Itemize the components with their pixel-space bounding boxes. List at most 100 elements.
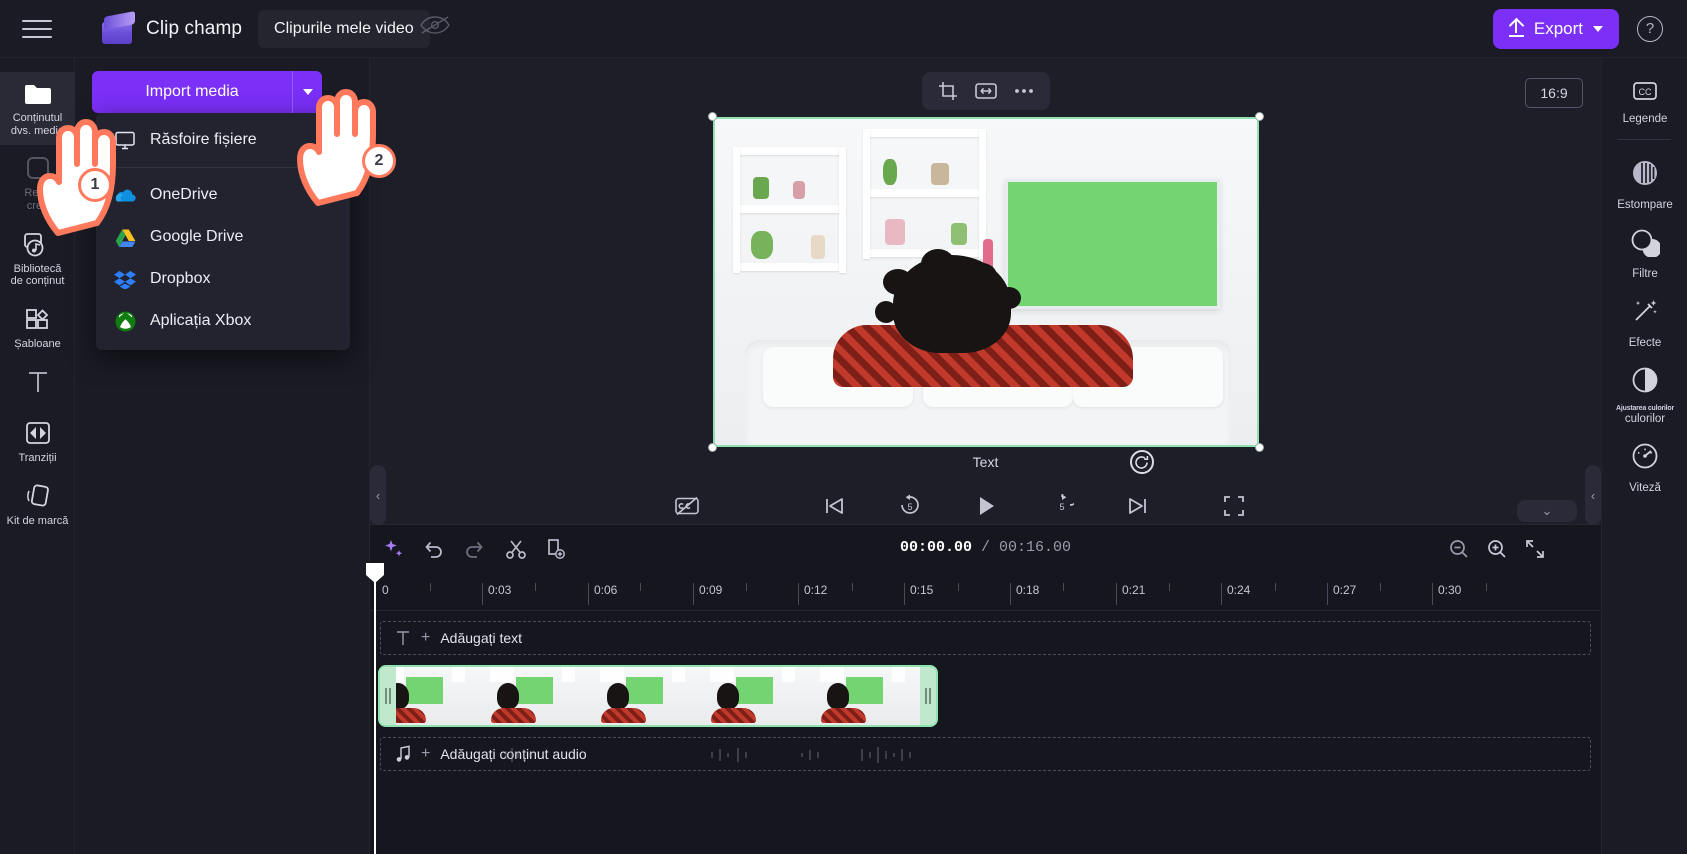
clip-trim-handle-left[interactable] bbox=[380, 667, 396, 725]
duplicate-icon[interactable] bbox=[542, 535, 570, 563]
right-item-captions[interactable]: CC Legende bbox=[1602, 70, 1687, 131]
zoom-in-icon[interactable] bbox=[1483, 535, 1511, 563]
dropbox-icon bbox=[114, 268, 136, 290]
svg-text:5: 5 bbox=[1059, 502, 1064, 512]
sidebar-item-record-create[interactable]: Reda crea bbox=[0, 145, 75, 220]
timeline-toolbar: 00:00.00 / 00:16.00 bbox=[370, 525, 1601, 573]
menu-item-browse-files-label: Răsfoire fișiere bbox=[150, 131, 257, 148]
menu-item-browse-files[interactable]: Răsfoire fișiere bbox=[96, 119, 350, 161]
audio-track[interactable]: + Adăugați conținut audio bbox=[380, 737, 1591, 771]
skip-to-end-icon[interactable] bbox=[1121, 489, 1155, 523]
sidebar-item-brand-kit[interactable]: Kit de marcă bbox=[0, 473, 75, 536]
export-button[interactable]: Export bbox=[1492, 8, 1619, 49]
more-horizontal-icon[interactable] bbox=[1008, 76, 1040, 106]
resize-handle-bl[interactable] bbox=[707, 443, 717, 452]
brand: Clip champ bbox=[102, 10, 243, 44]
annotation-badge-2-label: 2 bbox=[374, 152, 384, 169]
zoom-out-icon[interactable] bbox=[1445, 535, 1473, 563]
library-icon bbox=[23, 232, 43, 256]
monitor-icon bbox=[114, 129, 136, 151]
sidebar-item-transitions[interactable]: Tranziții bbox=[0, 410, 75, 473]
video-preview[interactable] bbox=[707, 112, 1264, 452]
chevron-down-icon bbox=[302, 89, 313, 95]
ruler-tick: 0:15 bbox=[910, 583, 934, 597]
top-bar: Clip champ Clipurile mele video Export ? bbox=[0, 0, 1687, 58]
fit-width-icon[interactable] bbox=[970, 76, 1002, 106]
sidebar-item-your-media[interactable]: Conținutul dvs. media bbox=[0, 72, 75, 146]
forward-5-icon[interactable]: 5 bbox=[1045, 489, 1079, 523]
googledrive-icon bbox=[114, 226, 136, 248]
right-rail-divider bbox=[1618, 139, 1671, 140]
timeline-ruler[interactable]: 0 0:03 0:06 0:09 0:12 0:15 0:18 0:21 0:2… bbox=[366, 563, 1601, 854]
import-source-menu: Răsfoire fișiere OneDrive Google Drive D… bbox=[96, 113, 350, 350]
split-scissors-icon[interactable] bbox=[502, 535, 530, 563]
video-frame bbox=[712, 117, 1259, 447]
annotation-badge-2: 2 bbox=[362, 144, 396, 178]
right-item-blur[interactable]: Estompare bbox=[1602, 148, 1687, 217]
tab-my-videos[interactable]: Clipurile mele video bbox=[258, 9, 450, 48]
captions-off-icon[interactable] bbox=[670, 489, 704, 523]
crop-icon[interactable] bbox=[932, 76, 964, 106]
folder-icon bbox=[24, 85, 51, 104]
right-item-filters[interactable]: Filtre bbox=[1602, 217, 1687, 286]
text-track[interactable]: + Adăugați text bbox=[380, 621, 1591, 655]
blur-icon bbox=[1633, 161, 1657, 185]
resize-handle-tl[interactable] bbox=[707, 112, 717, 121]
sidebar-item-content-library[interactable]: Bibliotecă de conținut bbox=[0, 221, 75, 296]
redo-icon[interactable] bbox=[460, 535, 488, 563]
menu-item-google-drive[interactable]: Google Drive bbox=[96, 216, 350, 258]
rewind-5-icon[interactable]: 5 bbox=[893, 489, 927, 523]
video-clip[interactable] bbox=[378, 665, 938, 727]
brand-name: Clip champ bbox=[146, 17, 243, 39]
playhead[interactable] bbox=[366, 563, 384, 854]
captions-icon: CC bbox=[1633, 82, 1657, 100]
sidebar-item-templates[interactable]: Șabloane bbox=[0, 296, 75, 359]
menu-item-google-drive-label: Google Drive bbox=[150, 228, 244, 245]
menu-item-xbox-app[interactable]: Aplicația Xbox bbox=[96, 300, 350, 342]
skip-to-start-icon[interactable] bbox=[817, 489, 851, 523]
fullscreen-icon[interactable] bbox=[1217, 489, 1251, 523]
sidebar-item-content-library-label: Bibliotecă de conținut bbox=[10, 262, 65, 288]
import-media-button[interactable]: Import media bbox=[92, 71, 292, 113]
ruler-tick: 0:21 bbox=[1122, 583, 1146, 597]
collapse-left-panel-button[interactable]: ‹ bbox=[370, 465, 386, 525]
undo-icon[interactable] bbox=[420, 535, 448, 563]
resize-handle-br[interactable] bbox=[1254, 443, 1264, 452]
menu-item-onedrive-label: OneDrive bbox=[150, 186, 218, 203]
menu-item-dropbox[interactable]: Dropbox bbox=[96, 258, 350, 300]
right-item-color-adjustment[interactable]: Ajustarea culorilor culorilor bbox=[1602, 355, 1687, 431]
clip-trim-handle-right[interactable] bbox=[920, 667, 936, 725]
menu-item-onedrive[interactable]: OneDrive bbox=[96, 174, 350, 216]
right-item-speed-label: Viteză bbox=[1629, 482, 1661, 494]
annotation-badge-1: 1 bbox=[78, 168, 112, 202]
aspect-ratio-label: 16:9 bbox=[1540, 85, 1568, 101]
sparkle-ai-icon[interactable] bbox=[380, 535, 408, 563]
left-rail: Conținutul dvs. media Reda crea Bibliote… bbox=[0, 58, 75, 854]
collapse-right-panel-button[interactable]: ‹ bbox=[1585, 465, 1601, 525]
clipchamp-logo-icon bbox=[102, 10, 136, 44]
ruler-tick: 0:27 bbox=[1333, 583, 1357, 597]
right-item-effects-label: Efecte bbox=[1628, 337, 1662, 349]
right-item-speed[interactable]: Viteză bbox=[1602, 431, 1687, 500]
menu-divider bbox=[96, 167, 350, 168]
import-media-dropdown-toggle[interactable] bbox=[292, 71, 322, 113]
speed-icon bbox=[1632, 443, 1658, 469]
xbox-icon bbox=[114, 310, 136, 332]
right-item-effects[interactable]: Efecte bbox=[1602, 286, 1687, 355]
fit-timeline-icon[interactable] bbox=[1521, 535, 1549, 563]
clip-thumbnails bbox=[380, 667, 936, 725]
resize-handle-tr[interactable] bbox=[1254, 112, 1264, 121]
current-time: 00:00.00 bbox=[899, 539, 972, 556]
sidebar-item-text[interactable] bbox=[0, 358, 75, 410]
play-icon[interactable] bbox=[969, 489, 1003, 523]
menu-item-dropbox-label: Dropbox bbox=[150, 270, 211, 287]
collapse-properties-button[interactable]: ⌄ bbox=[1517, 500, 1577, 522]
chevron-down-icon[interactable] bbox=[1593, 25, 1603, 32]
annotation-badge-1-label: 1 bbox=[90, 176, 100, 193]
rotate-icon[interactable] bbox=[1129, 450, 1154, 474]
help-circle-icon[interactable]: ? bbox=[1637, 15, 1663, 42]
aspect-ratio-button[interactable]: 16:9 bbox=[1525, 78, 1583, 108]
text-overlay-label[interactable]: Text bbox=[973, 454, 999, 470]
ruler-tick: 0 bbox=[382, 583, 389, 597]
hamburger-icon[interactable] bbox=[22, 18, 52, 40]
